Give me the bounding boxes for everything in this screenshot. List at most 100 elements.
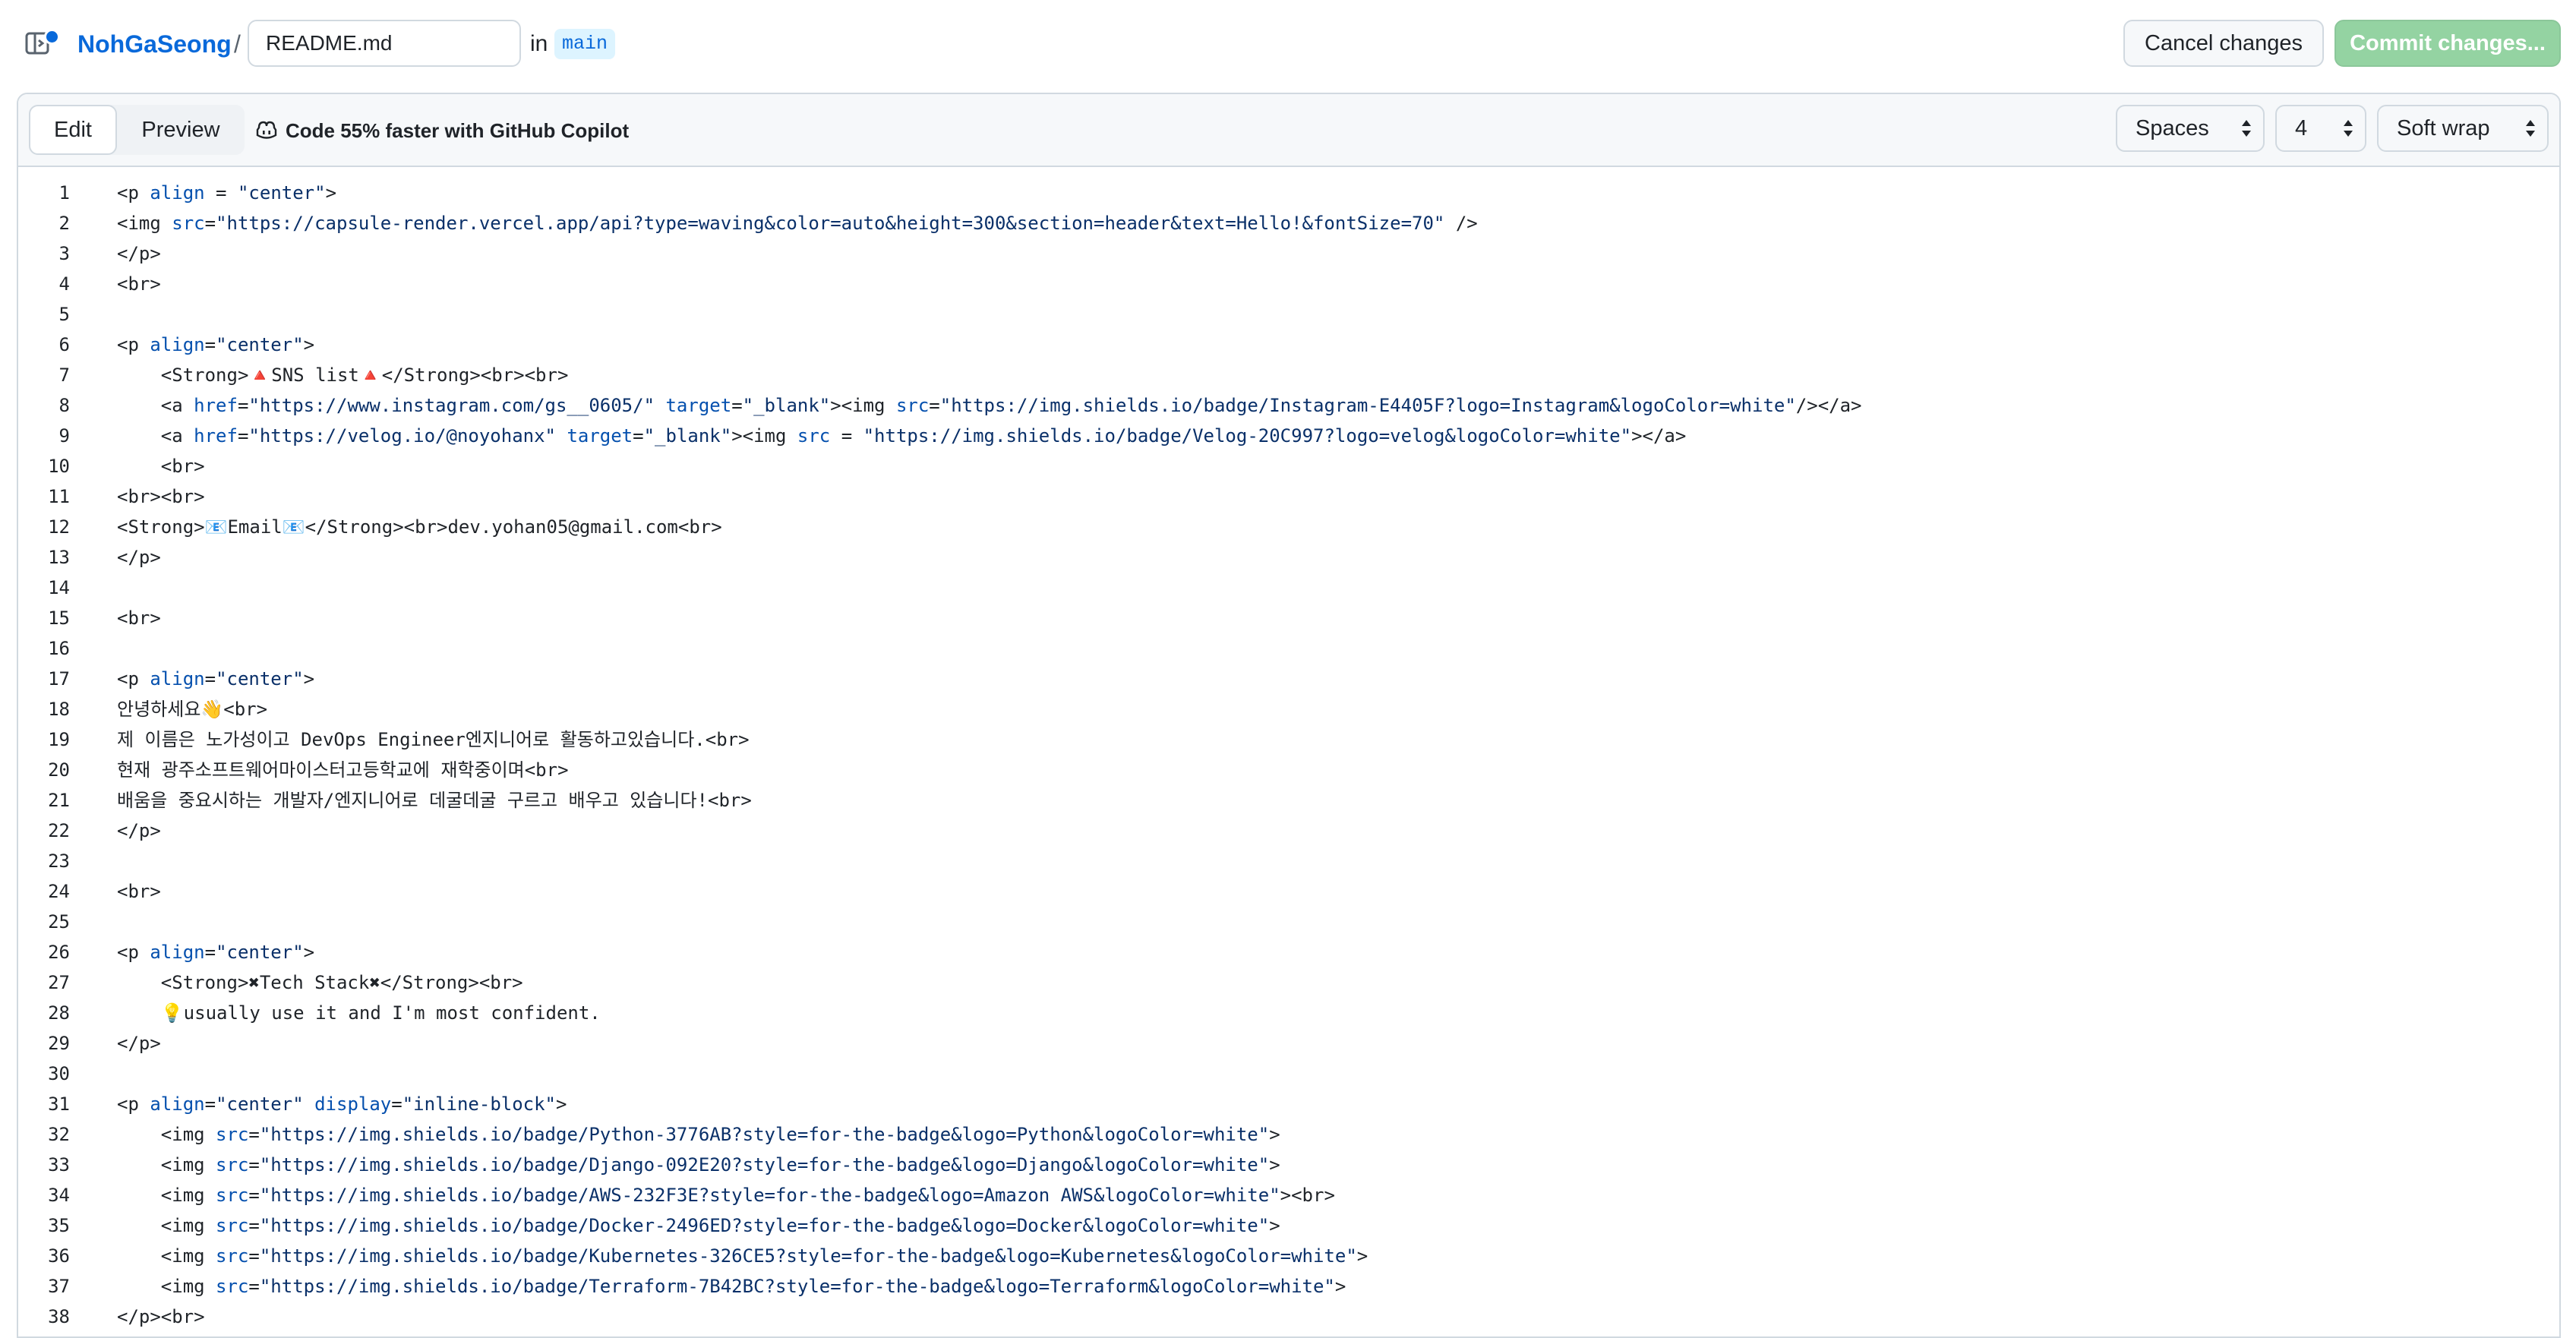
code-line[interactable]: 13 </p> — [18, 542, 2559, 573]
code-line-text: <img src="https://img.shields.io/badge/K… — [117, 1245, 1368, 1267]
file-edit-header: NohGaSeong / in main Cancel changes Comm… — [0, 0, 2576, 90]
line-number: 14 — [48, 577, 70, 598]
commit-changes-button[interactable]: Commit changes... — [2334, 20, 2561, 67]
code-line[interactable]: 24 <br> — [18, 876, 2559, 907]
code-line[interactable]: 10 <br> — [18, 451, 2559, 481]
code-line[interactable]: 25 — [18, 907, 2559, 937]
line-number: 21 — [48, 790, 70, 811]
code-line[interactable]: 26 <p align="center"> — [18, 937, 2559, 967]
code-line[interactable]: 4 <br> — [18, 269, 2559, 299]
code-line[interactable]: 17 <p align="center"> — [18, 664, 2559, 694]
code-line-text: </p> — [117, 1033, 161, 1054]
code-line-text: <br> — [117, 273, 161, 295]
line-number: 9 — [58, 425, 70, 447]
code-line-text: </p> — [117, 547, 161, 568]
line-number: 17 — [48, 668, 70, 690]
code-line[interactable]: 23 — [18, 846, 2559, 876]
code-line[interactable]: 6 <p align="center"> — [18, 330, 2559, 360]
code-line-text: <img src="https://capsule-render.vercel.… — [117, 213, 1478, 234]
code-line[interactable]: 34 <img src="https://img.shields.io/badg… — [18, 1180, 2559, 1210]
line-number: 19 — [48, 729, 70, 750]
line-number: 30 — [48, 1063, 70, 1084]
code-line[interactable]: 18 안녕하세요👋<br> — [18, 694, 2559, 724]
copilot-icon — [256, 121, 277, 139]
line-number: 28 — [48, 1002, 70, 1024]
code-line[interactable]: 9 <a href="https://velog.io/@noyohanx" t… — [18, 421, 2559, 451]
code-area[interactable]: 1 <p align = "center"> 2 <img src="https://… — [18, 178, 2559, 1336]
code-line[interactable]: 3 </p> — [18, 238, 2559, 269]
code-line-text: <br> — [117, 607, 161, 629]
code-line[interactable]: 29 </p> — [18, 1028, 2559, 1059]
code-line[interactable]: 2 <img src="https://capsule-render.vercel… — [18, 208, 2559, 238]
code-line[interactable]: 19 제 이름은 노가성이고 DevOps Engineer엔지니어로 활동하고있… — [18, 724, 2559, 755]
copilot-text: Code 55% faster with GitHub Copilot — [286, 119, 630, 142]
tab-preview[interactable]: Preview — [117, 105, 245, 155]
code-line-text: <Strong>✖Tech Stack✖</Strong><br> — [117, 972, 523, 993]
code-line[interactable]: 30 — [18, 1059, 2559, 1089]
code-line[interactable]: 22 </p> — [18, 816, 2559, 846]
line-number: 37 — [48, 1276, 70, 1297]
code-line[interactable]: 11 <br><br> — [18, 481, 2559, 512]
notification-dot — [44, 29, 60, 45]
code-line[interactable]: 15 <br> — [18, 603, 2559, 633]
line-number: 29 — [48, 1033, 70, 1054]
line-number: 27 — [48, 972, 70, 993]
code-line[interactable]: 35 <img src="https://img.shields.io/badg… — [18, 1210, 2559, 1241]
line-number: 6 — [58, 334, 70, 355]
code-line-text: <a href="https://www.instagram.com/gs__0… — [117, 395, 1862, 416]
code-line[interactable]: 1 <p align = "center"> — [18, 178, 2559, 208]
line-number: 22 — [48, 820, 70, 841]
editor-toolbar: Edit Preview Code 55% faster with GitHub… — [18, 94, 2559, 167]
code-line-text: </p><br> — [117, 1306, 205, 1327]
code-line[interactable]: 5 — [18, 299, 2559, 330]
line-number: 5 — [58, 304, 70, 325]
code-line-text: 현재 광주소프트웨어마이스터고등학교에 재학중이며<br> — [117, 759, 569, 781]
code-line[interactable]: 12 <Strong>📧Email📧</Strong><br>dev.yohan0… — [18, 512, 2559, 542]
code-line-text: <img src="https://img.shields.io/badge/D… — [117, 1154, 1280, 1175]
code-line[interactable]: 31 <p align="center" display="inline-bloc… — [18, 1089, 2559, 1119]
line-number: 18 — [48, 699, 70, 720]
line-number: 13 — [48, 547, 70, 568]
code-line-text: <Strong>📧Email📧</Strong><br>dev.yohan05@… — [117, 516, 722, 538]
code-line[interactable]: 28 💡usually use it and I'm most confiden… — [18, 998, 2559, 1028]
code-line-text: <Strong>🔺SNS list🔺</Strong><br><br> — [117, 364, 569, 386]
code-line[interactable]: 36 <img src="https://img.shields.io/badg… — [18, 1241, 2559, 1271]
line-number: 15 — [48, 607, 70, 629]
tab-edit[interactable]: Edit — [29, 105, 117, 155]
line-number: 33 — [48, 1154, 70, 1175]
code-line[interactable]: 27 <Strong>✖Tech Stack✖</Strong><br> — [18, 967, 2559, 998]
code-line-text: <br> — [117, 881, 161, 902]
select-caret-icon — [2344, 120, 2353, 137]
filename-input[interactable] — [248, 20, 521, 67]
wrap-mode-select[interactable]: Soft wrap — [2377, 105, 2549, 152]
line-number: 16 — [48, 638, 70, 659]
branch-badge[interactable]: main — [554, 29, 616, 59]
indent-mode-select[interactable]: Spaces — [2116, 105, 2265, 152]
line-number: 12 — [48, 516, 70, 538]
code-line-text: <img src="https://img.shields.io/badge/P… — [117, 1124, 1280, 1145]
code-line-text: <img src="https://img.shields.io/badge/T… — [117, 1276, 1346, 1297]
repo-owner-link[interactable]: NohGaSeong — [77, 27, 232, 61]
code-line[interactable]: 38 </p><br> — [18, 1302, 2559, 1332]
code-line[interactable]: 20 현재 광주소프트웨어마이스터고등학교에 재학중이며<br> — [18, 755, 2559, 785]
indent-size-select[interactable]: 4 — [2275, 105, 2366, 152]
line-number: 24 — [48, 881, 70, 902]
line-number: 25 — [48, 911, 70, 932]
code-line[interactable]: 8 <a href="https://www.instagram.com/gs_… — [18, 390, 2559, 421]
line-number: 32 — [48, 1124, 70, 1145]
code-line[interactable]: 7 <Strong>🔺SNS list🔺</Strong><br><br> — [18, 360, 2559, 390]
code-line[interactable]: 21 배움을 중요시하는 개발자/엔지니어로 데굴데굴 구르고 배우고 있습니다!… — [18, 785, 2559, 816]
code-line[interactable]: 32 <img src="https://img.shields.io/badg… — [18, 1119, 2559, 1150]
file-tree-toggle-icon[interactable] — [24, 27, 60, 62]
line-number: 11 — [48, 486, 70, 507]
code-line-text: <br><br> — [117, 486, 205, 507]
code-line-text: 배움을 중요시하는 개발자/엔지니어로 데굴데굴 구르고 배우고 있습니다!<b… — [117, 790, 752, 811]
code-line-text: <p align="center"> — [117, 942, 315, 963]
code-line[interactable]: 16 — [18, 633, 2559, 664]
cancel-changes-button[interactable]: Cancel changes — [2123, 20, 2324, 67]
code-line[interactable]: 37 <img src="https://img.shields.io/badg… — [18, 1271, 2559, 1302]
code-line[interactable]: 14 — [18, 573, 2559, 603]
code-editor: Edit Preview Code 55% faster with GitHub… — [17, 93, 2561, 1338]
line-number: 38 — [48, 1306, 70, 1327]
code-line[interactable]: 33 <img src="https://img.shields.io/badg… — [18, 1150, 2559, 1180]
